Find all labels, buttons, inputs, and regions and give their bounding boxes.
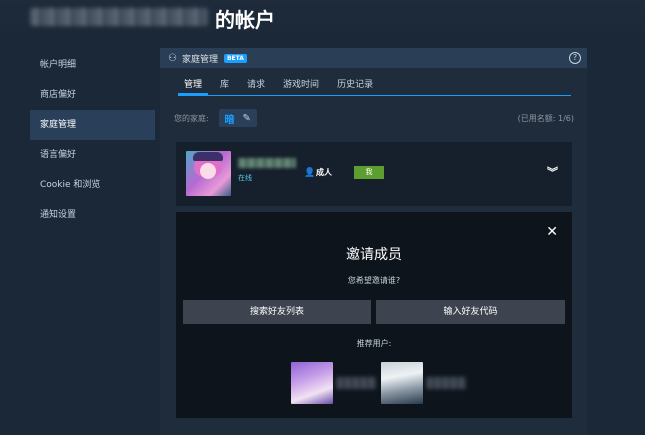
tab-history[interactable]: 历史记录 <box>331 78 379 95</box>
main-panel: ⚇ 家庭管理 BETA ? 管理 库 请求 游戏时间 历史记录 您的家庭: 暗 … <box>160 48 587 435</box>
recommend-label: 推荐用户: <box>356 339 392 348</box>
sidebar-item-cookies[interactable]: Cookie 和浏览 <box>30 170 155 200</box>
me-badge: 我 <box>354 166 384 179</box>
invite-title: 邀请成员 <box>346 247 402 263</box>
sidebar: 帐户明细 商店偏好 家庭管理 语言偏好 Cookie 和浏览 通知设置 <box>30 50 155 230</box>
enter-friend-code-button[interactable]: 输入好友代码 <box>376 300 565 324</box>
sidebar-item-language-preferences[interactable]: 语言偏好 <box>30 140 155 170</box>
beta-badge: BETA <box>223 53 247 63</box>
sidebar-item-notifications[interactable]: 通知设置 <box>30 200 155 230</box>
blurred-username <box>30 8 208 26</box>
section-title: 家庭管理 <box>181 54 218 65</box>
help-icon[interactable]: ? <box>569 52 581 64</box>
blurred-recommended-name <box>426 377 466 389</box>
family-label: 您的家庭: <box>174 113 209 123</box>
sidebar-item-store-preferences[interactable]: 商店偏好 <box>30 80 155 110</box>
blurred-recommended-name <box>336 377 376 389</box>
close-icon[interactable]: ✕ <box>546 224 558 240</box>
member-status: 在线 <box>238 174 252 182</box>
search-friends-button[interactable]: 搜索好友列表 <box>183 300 371 324</box>
avatar[interactable] <box>186 151 231 196</box>
sidebar-item-family-management[interactable]: 家庭管理 <box>30 110 155 140</box>
blurred-member-name <box>238 158 296 168</box>
family-name-box[interactable]: 暗 ✎ <box>218 109 257 127</box>
pencil-icon[interactable]: ✎ <box>243 113 251 124</box>
member-count: (已用名额: 1/6) <box>517 113 574 123</box>
recommended-user-avatar[interactable] <box>291 362 333 404</box>
sidebar-item-account-details[interactable]: 帐户明细 <box>30 50 155 80</box>
chevron-double-down-icon[interactable]: ︾ <box>547 164 558 180</box>
person-icon: 👤 <box>304 168 316 178</box>
member-card: 在线 👤 成人 我 ︾ <box>176 142 572 206</box>
page-title: 的帐户 <box>215 8 275 32</box>
family-icon: ⚇ <box>168 52 177 64</box>
section-header: ⚇ 家庭管理 BETA ? <box>160 48 587 68</box>
tab-library[interactable]: 库 <box>214 78 235 95</box>
invite-panel: ✕ 邀请成员 您希望邀请谁? 搜索好友列表 输入好友代码 推荐用户: <box>176 212 572 418</box>
avatar-face <box>200 163 216 179</box>
invite-question: 您希望邀请谁? <box>347 276 401 285</box>
avatar-hat <box>193 152 223 161</box>
tab-requests[interactable]: 请求 <box>241 78 271 95</box>
page-header: 的帐户 <box>0 0 645 40</box>
family-name: 暗 <box>224 114 235 126</box>
tab-playtime[interactable]: 游戏时间 <box>277 78 325 95</box>
family-row: 您的家庭: 暗 ✎ (已用名额: 1/6) <box>174 108 574 128</box>
recommended-user-avatar[interactable] <box>381 362 423 404</box>
tab-manage[interactable]: 管理 <box>178 78 209 95</box>
role-label: 成人 <box>316 168 332 177</box>
tab-bar: 管理 库 请求 游戏时间 历史记录 <box>178 78 571 96</box>
